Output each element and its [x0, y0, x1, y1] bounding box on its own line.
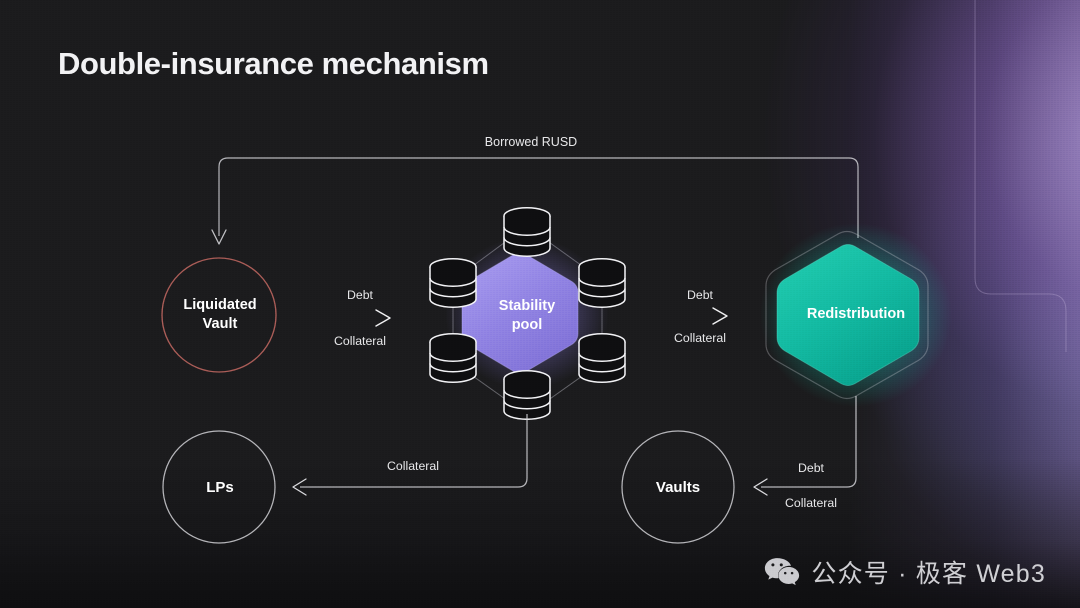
edge-pool-to-redistribution [664, 307, 728, 325]
database-icon[interactable] [429, 333, 477, 383]
slide-canvas: Double-insurance mechanism Liquidated Va… [0, 0, 1080, 608]
watermark-text: 公众号 · 极客 Web3 [811, 560, 1046, 588]
edge-redistribution-to-vaults [761, 396, 857, 488]
diagram-svg [161, 0, 1067, 544]
decor-line-curve [974, 277, 1067, 352]
redis-to-vaults-path [761, 396, 857, 488]
database-icon[interactable] [503, 370, 551, 420]
decorative-lines [974, 0, 1067, 352]
edge-pool-to-lps [300, 414, 528, 488]
database-icon[interactable] [429, 258, 477, 308]
pool-to-lps-path [300, 414, 528, 488]
database-icon[interactable] [578, 258, 626, 308]
node-lps[interactable] [162, 430, 276, 544]
database-icon[interactable] [503, 207, 551, 257]
database-icon[interactable] [578, 333, 626, 383]
watermark: 公众号 · 极客 Web3 [764, 554, 1046, 590]
page-title: Double-insurance mechanism [58, 46, 489, 81]
wechat-icon [765, 558, 800, 586]
edge-vault-to-pool [329, 309, 391, 327]
node-liquidated-vault[interactable] [161, 257, 277, 373]
node-vaults[interactable] [621, 430, 735, 544]
